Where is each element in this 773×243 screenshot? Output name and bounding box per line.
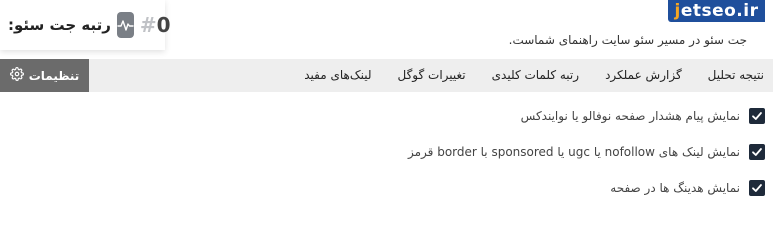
subtitle: جت سئو در مسیر سئو سایت راهنمای شماست. [508, 33, 747, 47]
option-noindex-warning[interactable]: نمایش پیام هشدار صفحه نوفالو یا نوایندکس [408, 108, 765, 124]
option-show-headings[interactable]: نمایش هدینگ ها در صفحه [408, 180, 765, 196]
jetseo-rank-widget: رتبه جت سئو: #0 [0, 0, 171, 50]
tab-bar: نتیجه تحلیل گزارش عملکرد رتبه کلمات کلید… [0, 59, 773, 92]
checkbox-noindex-warning[interactable] [749, 108, 765, 124]
checkbox-show-headings[interactable] [749, 180, 765, 196]
tab-performance-report[interactable]: گزارش عملکرد [592, 59, 695, 92]
check-icon [752, 184, 762, 192]
checkbox-nofollow-border[interactable] [749, 144, 765, 160]
jetseo-logo[interactable]: j etseo.ir [668, 0, 765, 22]
option-label: نمایش لینک های nofollow یا ugc یا sponso… [407, 145, 740, 159]
rank-value: #0 [140, 13, 171, 37]
option-label: نمایش هدینگ ها در صفحه [610, 181, 740, 195]
tab-useful-links[interactable]: لینک‌های مفید [291, 59, 384, 92]
rank-number: 0 [156, 13, 171, 37]
settings-button[interactable]: تنظیمات [0, 59, 89, 92]
tab-keyword-rank[interactable]: رتبه کلمات کلیدی [479, 59, 592, 92]
rank-title: رتبه جت سئو: [8, 16, 111, 34]
options-list: نمایش پیام هشدار صفحه نوفالو یا نوایندکس… [408, 108, 765, 216]
rank-hash: # [139, 13, 157, 37]
logo-rest: etseo.ir [680, 1, 759, 21]
tabs: نتیجه تحلیل گزارش عملکرد رتبه کلمات کلید… [291, 59, 773, 92]
check-icon [752, 112, 762, 120]
check-icon [752, 148, 762, 156]
tab-analysis-result[interactable]: نتیجه تحلیل [695, 59, 773, 92]
activity-icon [116, 12, 134, 38]
tab-google-changes[interactable]: تغییرات گوگل [385, 59, 479, 92]
settings-label: تنظیمات [28, 68, 80, 83]
gear-icon [9, 67, 24, 84]
option-nofollow-border[interactable]: نمایش لینک های nofollow یا ugc یا sponso… [408, 144, 765, 160]
option-label: نمایش پیام هشدار صفحه نوفالو یا نوایندکس [520, 109, 740, 123]
